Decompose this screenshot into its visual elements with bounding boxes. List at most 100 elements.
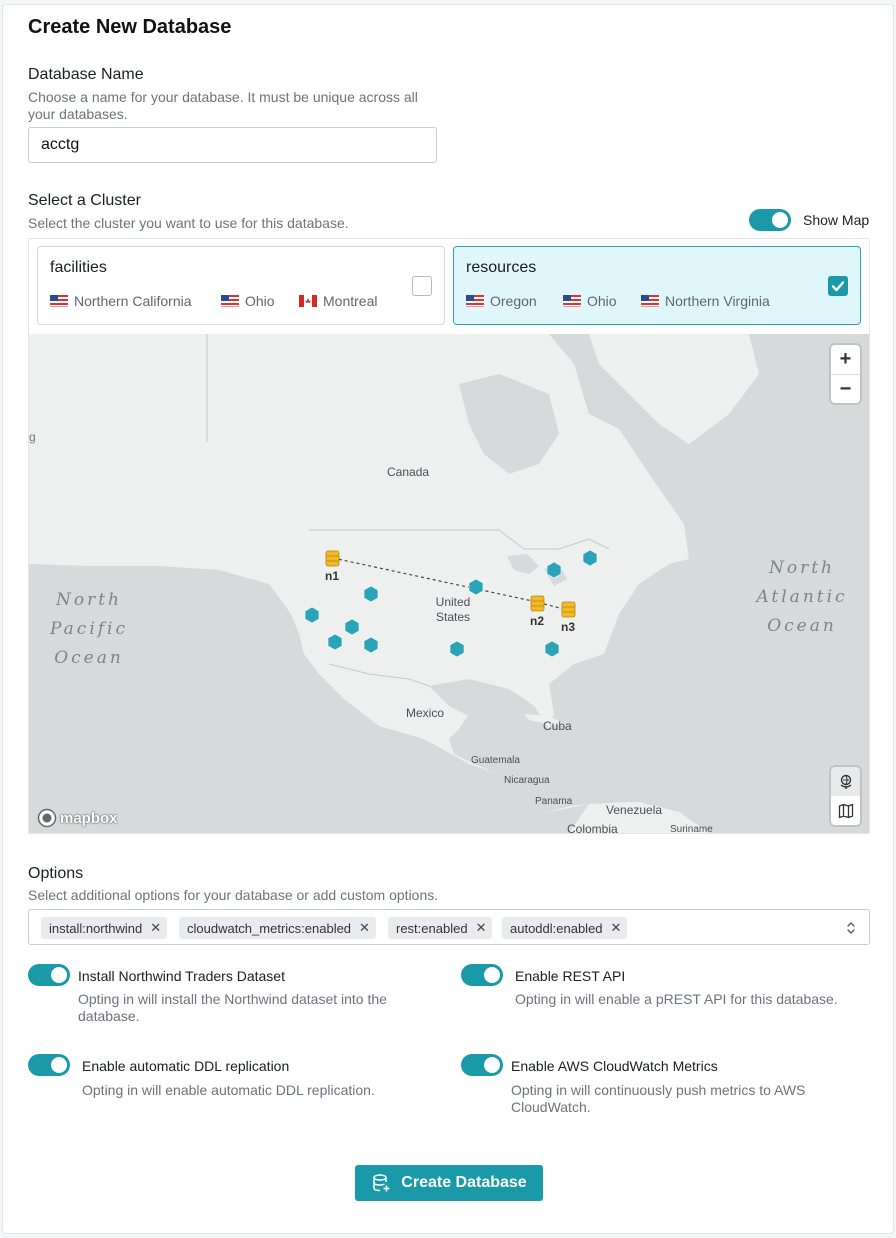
ddl-replication-toggle[interactable] — [28, 1054, 70, 1076]
rest-api-help: Opting in will enable a pREST API for th… — [515, 991, 838, 1007]
cluster-label: Select a Cluster — [28, 192, 141, 209]
region-name: Northern California — [74, 293, 192, 309]
remove-chip-icon[interactable]: ✕ — [359, 920, 370, 936]
show-map-toggle[interactable] — [749, 209, 791, 231]
region-marker — [468, 578, 484, 596]
map-label-guatemala: Guatemala — [471, 755, 520, 766]
flat-map-view-button[interactable] — [831, 796, 860, 825]
globe-view-button[interactable] — [831, 767, 860, 796]
region-item: Northern California — [50, 293, 192, 309]
options-label: Options — [28, 865, 84, 882]
cluster-help: Select the cluster you want to use for t… — [28, 215, 349, 231]
ocean-label-north-atlantic: North Atlantic Ocean — [756, 558, 848, 636]
map-view-controls — [831, 767, 860, 825]
region-name: Northern Virginia — [665, 293, 770, 309]
region-marker — [363, 585, 379, 603]
globe-icon — [840, 774, 851, 789]
map-label-venezuela: Venezuela — [606, 803, 663, 817]
map-label-canada: Canada — [387, 465, 430, 479]
cluster-checkbox[interactable] — [412, 276, 432, 296]
us-flag-icon — [50, 295, 68, 307]
cluster-name: resources — [466, 259, 537, 276]
region-name: Ohio — [587, 293, 617, 309]
us-flag-icon — [221, 295, 239, 307]
map-label-nicaragua: Nicaragua — [504, 775, 550, 786]
region-name: Montreal — [323, 293, 378, 309]
map-label-panama: Panama — [535, 796, 573, 807]
rest-api-toggle[interactable] — [461, 964, 503, 986]
ddl-replication-title: Enable automatic DDL replication — [82, 1058, 290, 1074]
map-label-cuba: Cuba — [543, 719, 572, 733]
database-name-help: Choose a name for your database. It must… — [28, 89, 418, 122]
database-plus-icon — [373, 1174, 390, 1192]
region-name: Oregon — [490, 293, 537, 309]
node-n1-icon — [325, 550, 340, 567]
option-chip: autoddl:enabled ✕ — [502, 917, 628, 939]
northwind-toggle[interactable] — [28, 964, 70, 986]
rest-api-title: Enable REST API — [515, 968, 626, 984]
option-chip: cloudwatch_metrics:enabled ✕ — [179, 917, 376, 939]
page-title: Create New Database — [28, 16, 232, 38]
canada-flag-icon — [299, 295, 317, 307]
ocean-label-north-pacific: North Pacific Ocean — [49, 590, 129, 668]
options-select[interactable]: install:northwind ✕ cloudwatch_metrics:e… — [28, 909, 870, 945]
remove-chip-icon[interactable]: ✕ — [150, 920, 161, 936]
region-item: Oregon — [466, 293, 537, 309]
region-marker — [544, 640, 560, 658]
map-label-united-states: United States — [435, 595, 471, 624]
us-flag-icon — [563, 295, 581, 307]
northwind-title: Install Northwind Traders Dataset — [78, 968, 285, 984]
option-chip: rest:enabled ✕ — [388, 917, 493, 939]
region-marker — [582, 549, 598, 567]
chip-label: rest:enabled — [396, 920, 468, 936]
region-marker — [363, 636, 379, 654]
northwind-help: Opting in will install the Northwind dat… — [78, 991, 387, 1024]
us-flag-icon — [466, 295, 484, 307]
region-item: Montreal — [299, 293, 377, 309]
map-label-partial: g — [29, 430, 36, 444]
map-icon — [838, 803, 853, 818]
mapbox-wordmark: mapbox — [60, 809, 118, 827]
chip-label: install:northwind — [49, 920, 143, 936]
node-n2-icon — [530, 595, 545, 612]
remove-chip-icon[interactable]: ✕ — [611, 920, 622, 936]
region-item: Ohio — [221, 293, 275, 309]
mapbox-icon — [37, 808, 57, 828]
create-database-label: Create Database — [401, 1174, 527, 1191]
mapbox-logo[interactable]: mapbox — [37, 808, 118, 828]
region-marker — [304, 606, 320, 624]
cluster-card-facilities[interactable]: facilities Northern California Ohio Mont… — [37, 246, 445, 325]
chip-label: autoddl:enabled — [510, 920, 603, 936]
map-zoom-controls: + − — [831, 345, 860, 403]
region-item: Northern Virginia — [641, 293, 770, 309]
remove-chip-icon[interactable]: ✕ — [476, 920, 487, 936]
database-name-input[interactable] — [28, 127, 437, 163]
cluster-card-resources[interactable]: resources Oregon Ohio Northern Virginia — [453, 246, 861, 325]
ddl-replication-help: Opting in will enable automatic DDL repl… — [82, 1082, 375, 1098]
map-label-suriname: Suriname — [670, 824, 713, 833]
node-label-n1: n1 — [325, 569, 340, 583]
region-marker — [344, 618, 360, 636]
cluster-map[interactable]: n1 n2 n3 g Canada United States Mexico C… — [29, 334, 869, 833]
region-marker — [546, 561, 562, 579]
chevron-updown-icon[interactable] — [845, 921, 857, 935]
region-markers — [304, 549, 598, 658]
us-flag-icon — [641, 295, 659, 307]
zoom-out-button[interactable]: − — [831, 375, 860, 403]
map-label-mexico: Mexico — [406, 706, 445, 720]
checkmark-icon — [831, 281, 845, 292]
cloudwatch-title: Enable AWS CloudWatch Metrics — [511, 1058, 718, 1074]
map-label-colombia: Colombia — [567, 822, 618, 833]
zoom-in-button[interactable]: + — [831, 345, 860, 374]
cluster-checkbox-checked[interactable] — [828, 276, 848, 296]
region-item: Ohio — [563, 293, 617, 309]
database-name-label: Database Name — [28, 66, 144, 83]
show-map-label: Show Map — [803, 212, 870, 228]
create-database-button[interactable]: Create Database — [355, 1165, 543, 1201]
node-n3-icon — [561, 601, 576, 618]
cloudwatch-toggle[interactable] — [461, 1054, 503, 1076]
cloudwatch-help: Opting in will continuously push metrics… — [511, 1082, 806, 1115]
option-chip: install:northwind ✕ — [41, 917, 168, 939]
create-database-panel: Create New Database Database Name Choose… — [2, 4, 894, 1234]
region-marker — [327, 633, 343, 651]
